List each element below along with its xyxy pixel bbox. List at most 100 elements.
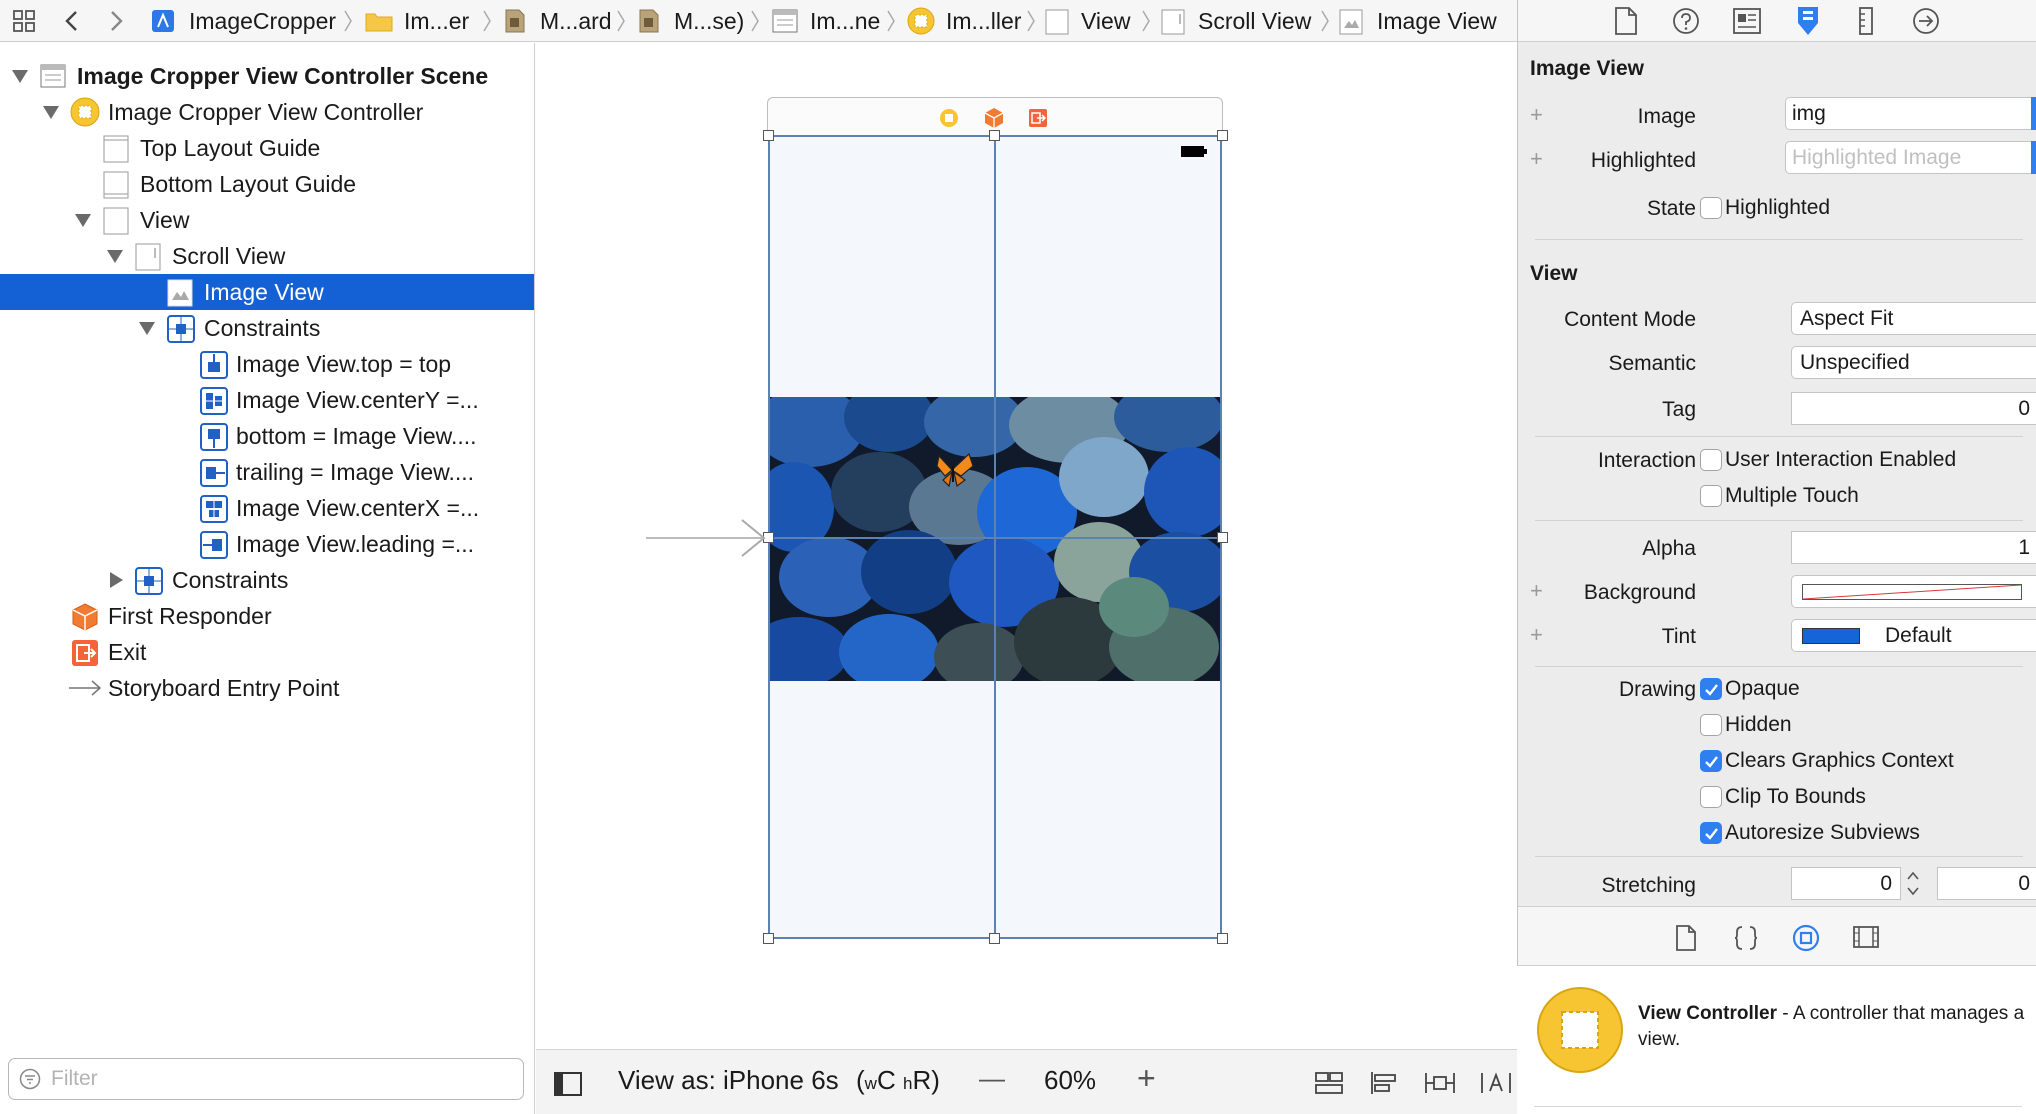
clears-graphics-checkbox[interactable]: [1700, 750, 1722, 772]
outline-row-view[interactable]: View: [0, 202, 534, 238]
size-icon[interactable]: [1858, 7, 1874, 35]
crumb-scene[interactable]: Im...ne: [810, 0, 880, 42]
resize-handle[interactable]: [1217, 130, 1228, 141]
disclosure-triangle-icon[interactable]: [43, 106, 59, 119]
outline-row-constraint[interactable]: Image View.centerX =...: [0, 490, 534, 526]
file-icon[interactable]: [1614, 7, 1638, 35]
crumb-project[interactable]: ImageCropper: [189, 0, 336, 42]
storyboard-file-icon: [638, 9, 662, 33]
disclosure-triangle-icon[interactable]: [12, 70, 28, 83]
outline-row-constraints[interactable]: Constraints: [0, 310, 534, 346]
highlighted-label: Highlighted: [1590, 149, 1696, 172]
crumb-folder[interactable]: Im...er: [404, 0, 469, 42]
stretching-x-stepper-icon[interactable]: [1904, 867, 1922, 900]
resize-handle[interactable]: [989, 933, 1000, 944]
clip-to-bounds-checkbox[interactable]: [1700, 786, 1722, 808]
add-variation-icon[interactable]: +: [1530, 622, 1543, 648]
connections-icon[interactable]: [1912, 7, 1940, 35]
alpha-field[interactable]: 1: [1791, 531, 2036, 564]
outline-row-constraint[interactable]: Image View.top = top: [0, 346, 534, 382]
view-as-label[interactable]: View as: iPhone 6s: [618, 1065, 839, 1096]
outline-row-label: Exit: [108, 639, 147, 665]
related-items-icon[interactable]: [12, 9, 38, 35]
file-template-icon[interactable]: [1675, 925, 1697, 951]
constraint-icon: [200, 387, 228, 415]
semantic-popup[interactable]: Unspecified: [1791, 346, 2036, 379]
outline-row-constraint[interactable]: bottom = Image View....: [0, 418, 534, 454]
object-library-icon[interactable]: [1792, 924, 1820, 952]
chevron-down-icon[interactable]: [2031, 97, 2036, 130]
exit-icon[interactable]: [1028, 108, 1048, 128]
crumb-storyboard[interactable]: M...ard: [540, 0, 612, 42]
outline-row-scroll-view[interactable]: Scroll View: [0, 238, 534, 274]
disclosure-triangle-icon[interactable]: [110, 572, 123, 588]
outline-row-constraint[interactable]: trailing = Image View....: [0, 454, 534, 490]
clear-color-swatch: [1802, 584, 2022, 600]
resize-handle[interactable]: [1217, 532, 1228, 543]
forward-arrow-icon[interactable]: [106, 9, 126, 33]
outline-row-constraint[interactable]: Image View.leading =...: [0, 526, 534, 562]
outline-row-top-layout-guide[interactable]: Top Layout Guide: [0, 130, 534, 166]
crumb-view-controller[interactable]: Im...ller: [946, 0, 1021, 42]
outline-row-view-controller[interactable]: Image Cropper View Controller: [0, 94, 534, 130]
background-color-well[interactable]: [1791, 575, 2036, 608]
outline-row-exit[interactable]: Exit: [0, 634, 534, 670]
outline-row-constraint[interactable]: Image View.centerY =...: [0, 382, 534, 418]
content-mode-popup[interactable]: Aspect Fit: [1791, 302, 2036, 335]
view-controller-icon[interactable]: [1536, 986, 1624, 1074]
library-item-text[interactable]: View Controller - A controller that mana…: [1638, 1001, 2028, 1053]
state-highlighted-checkbox[interactable]: [1700, 197, 1722, 219]
resize-handle[interactable]: [1217, 933, 1228, 944]
outline-row-image-view[interactable]: Image View: [0, 274, 534, 310]
media-library-icon[interactable]: [1853, 925, 1879, 949]
opaque-checkbox[interactable]: [1700, 678, 1722, 700]
embed-in-stack-icon[interactable]: [1314, 1070, 1344, 1096]
disclosure-triangle-icon[interactable]: [75, 214, 91, 227]
outline-row-bottom-layout-guide[interactable]: Bottom Layout Guide: [0, 166, 534, 202]
resize-handle[interactable]: [989, 130, 1000, 141]
outline-row-first-responder[interactable]: First Responder: [0, 598, 534, 634]
zoom-out-button[interactable]: —: [979, 1063, 1005, 1094]
help-icon[interactable]: [1672, 7, 1700, 35]
entry-point-arrow-icon[interactable]: [646, 517, 766, 559]
identity-icon[interactable]: [1733, 8, 1761, 34]
resolve-issues-icon[interactable]: [1480, 1070, 1512, 1096]
storyboard-canvas[interactable]: [536, 43, 1517, 1049]
stretching-x-field[interactable]: 0: [1791, 867, 1901, 900]
user-interaction-checkbox[interactable]: [1700, 449, 1722, 471]
crumb-view[interactable]: View: [1081, 0, 1130, 42]
view-controller-icon[interactable]: [939, 108, 959, 128]
resize-handle[interactable]: [763, 933, 774, 944]
tag-field[interactable]: 0: [1791, 392, 2036, 425]
disclosure-triangle-icon[interactable]: [139, 322, 155, 335]
stretching-y-field[interactable]: 0: [1937, 867, 2036, 900]
first-responder-icon[interactable]: [984, 107, 1004, 129]
outline-row-entry-point[interactable]: Storyboard Entry Point: [0, 670, 534, 706]
autoresize-checkbox[interactable]: [1700, 822, 1722, 844]
filter-field[interactable]: Filter: [8, 1058, 524, 1100]
hide-outline-icon[interactable]: [554, 1072, 582, 1096]
crumb-separator-icon: [616, 10, 626, 32]
chevron-down-icon[interactable]: [2031, 141, 2036, 174]
crumb-image-view[interactable]: Image View: [1377, 0, 1497, 42]
add-variation-icon[interactable]: +: [1530, 102, 1543, 128]
outline-row-constraints[interactable]: Constraints: [0, 562, 534, 598]
pin-icon[interactable]: [1424, 1070, 1456, 1096]
crumb-storyboard-base[interactable]: M...se): [674, 0, 744, 42]
hidden-checkbox[interactable]: [1700, 714, 1722, 736]
object-library: View Controller - A controller that mana…: [1517, 965, 2036, 1114]
crumb-scroll-view[interactable]: Scroll View: [1198, 0, 1311, 42]
highlighted-image-combo[interactable]: Highlighted Image: [1785, 141, 2036, 174]
outline-row-scene[interactable]: Image Cropper View Controller Scene: [0, 58, 534, 94]
tint-color-popup[interactable]: Default: [1791, 619, 2036, 652]
image-combo[interactable]: img: [1785, 97, 2036, 130]
code-snippet-icon[interactable]: [1734, 925, 1758, 951]
clip-to-bounds-label: Clip To Bounds: [1725, 785, 1866, 808]
multiple-touch-checkbox[interactable]: [1700, 485, 1722, 507]
align-icon[interactable]: [1369, 1070, 1399, 1096]
disclosure-triangle-icon[interactable]: [107, 250, 123, 263]
back-arrow-icon[interactable]: [62, 9, 82, 33]
zoom-in-button[interactable]: +: [1137, 1060, 1156, 1097]
attributes-icon[interactable]: [1795, 5, 1821, 37]
resize-handle[interactable]: [763, 130, 774, 141]
